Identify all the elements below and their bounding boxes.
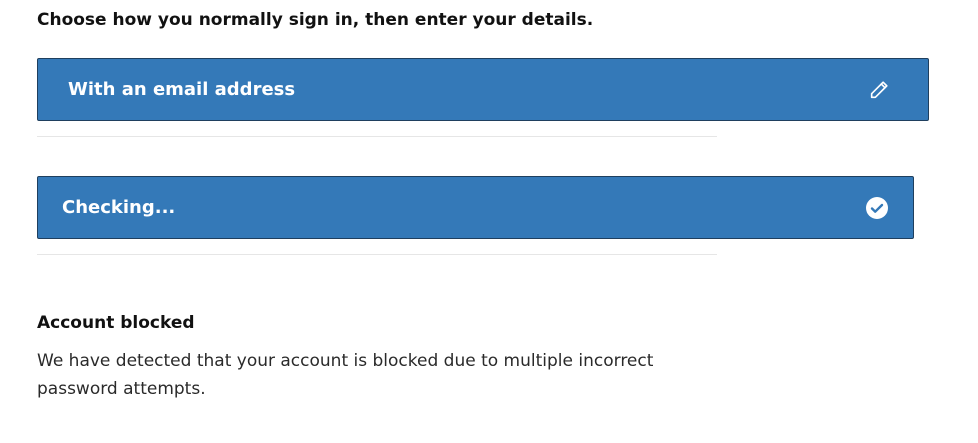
section-divider — [37, 254, 717, 255]
page-heading: Choose how you normally sign in, then en… — [37, 10, 594, 30]
email-option-label: With an email address — [68, 79, 296, 100]
alert-message: We have detected that your account is bl… — [37, 351, 654, 399]
checking-status-label: Checking... — [62, 197, 176, 218]
alert-title: Account blocked — [37, 313, 195, 333]
checking-status-option[interactable]: Checking... — [37, 176, 914, 239]
email-sign-in-option[interactable]: With an email address — [37, 58, 929, 121]
section-divider — [37, 136, 717, 137]
check-circle-icon — [865, 196, 889, 220]
pencil-icon[interactable] — [868, 79, 890, 101]
